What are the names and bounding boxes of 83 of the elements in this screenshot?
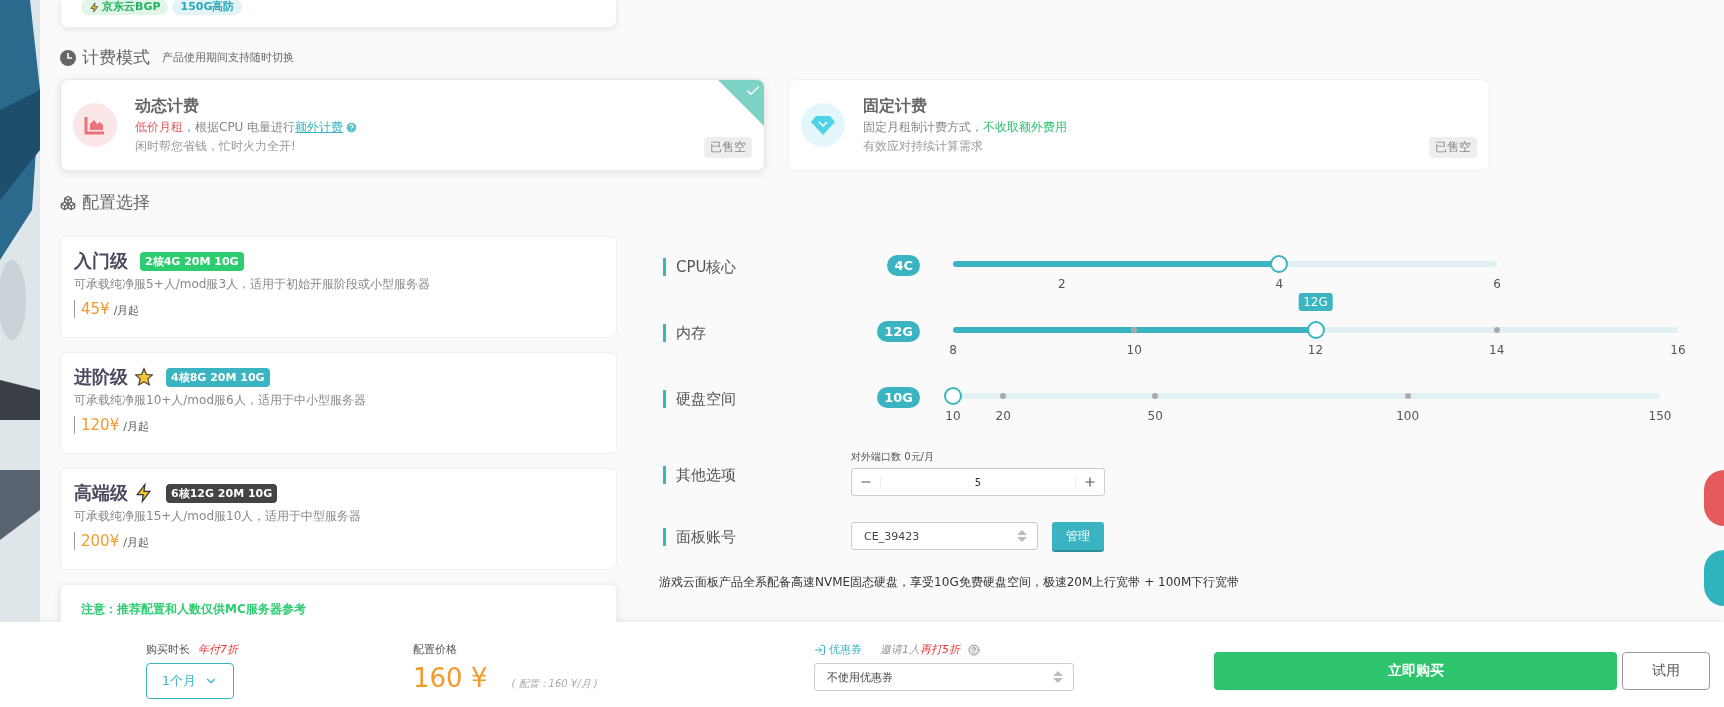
plan-description: 可承载纯净服15+人/mod服10人，适用于中型服务器 [74, 508, 363, 525]
plan-price: 120¥ [81, 416, 120, 434]
tick-label: 4 [1275, 277, 1284, 291]
billing-note: 有效应对持续计算需求 [863, 137, 984, 155]
plan-description: 可承载纯净服10+人/mod服6人，适用于中小型服务器 [74, 392, 367, 409]
login-icon [814, 643, 826, 656]
diamond-icon [811, 115, 835, 135]
billing-description: 固定月租制计费方式，不收取额外费用 [863, 118, 1067, 136]
coupon-select[interactable]: 不使用优惠券 [814, 663, 1074, 691]
section-title: 计费模式 [82, 46, 150, 69]
clock-icon [60, 49, 76, 66]
tick-label: 50 [1147, 409, 1163, 423]
sort-arrows-icon [1053, 671, 1063, 683]
spec-tag: 4核8G 20M 10G [166, 367, 270, 387]
price-label: 配置价格 [413, 642, 457, 657]
duration-label: 购买时长 [146, 642, 190, 657]
tick-label: 12 [1307, 343, 1324, 357]
sort-arrows-icon [1017, 530, 1027, 542]
plan-name: 高端级 [74, 481, 128, 505]
price-unit: /月起 [123, 535, 149, 550]
option-label: CPU核心 [663, 258, 851, 276]
feature-tag: 150G高防 [172, 0, 243, 15]
billing-card[interactable]: 固定计费 固定月租制计费方式，不收取额外费用 有效应对持续计算需求 已售空 [788, 79, 1490, 171]
value-tooltip: 12G [1298, 293, 1333, 311]
price-unit: /月起 [113, 303, 140, 318]
plan-name: 入门级 [74, 249, 128, 273]
billing-title: 动态计费 [135, 95, 200, 117]
section-title: 配置选择 [82, 191, 150, 214]
plan-name: 进阶级 [74, 365, 128, 389]
tick-label: 100 [1396, 409, 1420, 423]
total-price: 160 ¥ [413, 663, 488, 693]
plan-price: 45¥ [81, 300, 110, 318]
tick-label: 20 [995, 409, 1011, 423]
slider-thumb[interactable] [944, 387, 962, 405]
tick-label: 10 [945, 409, 961, 423]
sold-out-tag: 已售空 [1429, 137, 1477, 158]
cubes-icon [60, 194, 76, 211]
promo-text: 年付7折 [198, 642, 238, 657]
plus-icon[interactable] [1083, 475, 1097, 489]
slider-thumb[interactable] [1270, 255, 1289, 273]
value-badge: 10G [877, 387, 920, 408]
trial-button[interactable]: 试用 [1622, 652, 1710, 690]
footnote: 游戏云面板产品全系配备高速NVME固态硬盘，享受10G免费硬盘空间，极速20M上行宽带 + 100M下行宽带 [659, 574, 1241, 591]
value-badge: 12G [877, 321, 920, 342]
lightning-icon [134, 483, 154, 503]
sold-out-tag: 已售空 [704, 137, 752, 158]
spec-tag: 2核4G 20M 10G [140, 251, 244, 271]
billing-title: 固定计费 [863, 95, 928, 117]
tick-label: 16 [1670, 343, 1686, 357]
billing-description: 低价月租，根据CPU 电量进行额外计费 [135, 118, 344, 136]
floating-button[interactable] [1704, 550, 1724, 606]
feature-tag: 京东云BGP [81, 0, 169, 15]
number-stepper[interactable]: 5 [851, 468, 1105, 496]
option-label: 内存 [663, 324, 851, 342]
spec-tag: 6核12G 20M 10G [166, 483, 278, 503]
plan-card[interactable]: 进阶级 4核8G 20M 10G 可承载纯净服10+人/mod服6人，适用于中小型服务器 120¥ /月起 [60, 352, 617, 454]
port-caption: 对外端口数 0元/月 [851, 450, 935, 464]
billing-note: 闲时帮您省钱，忙时火力全开! [135, 137, 297, 155]
invite-promo: 邀请1人再打5折 [880, 642, 960, 657]
plan-price: 200¥ [81, 532, 120, 550]
tick-label: 14 [1489, 343, 1505, 357]
tick-label: 8 [949, 343, 957, 357]
tick-label: 10 [1126, 343, 1142, 357]
chart-icon [84, 115, 106, 135]
plan-card[interactable]: 入门级 2核4G 20M 10G 可承载纯净服5+人/mod服3人，适用于初始开服阶段或小型服务器 45¥ /月起 [60, 236, 617, 338]
option-label: 硬盘空间 [663, 390, 851, 408]
floating-button[interactable] [1704, 470, 1724, 526]
price-detail: ( 配置：160 ¥/月 ) [511, 677, 598, 691]
star-icon [134, 367, 154, 387]
help-icon[interactable] [968, 643, 980, 656]
section-subtitle: 产品使用期间支持随时切换 [162, 50, 294, 65]
tick-label: 6 [1493, 277, 1501, 291]
stepper-value: 5 [880, 476, 1076, 488]
lightning-icon [89, 1, 100, 13]
slider-thumb[interactable] [1306, 321, 1325, 339]
tick-label: 2 [1058, 277, 1066, 291]
price-unit: /月起 [123, 419, 149, 434]
plan-card[interactable]: 高端级 6核12G 20M 10G 可承载纯净服15+人/mod服10人，适用于中型服务器 200¥ /月起 [60, 468, 617, 570]
plan-description: 可承载纯净服5+人/mod服3人，适用于初始开服阶段或小型服务器 [74, 276, 431, 293]
tick-label: 150 [1648, 409, 1672, 423]
account-select[interactable]: CE_39423 [851, 522, 1038, 550]
note-text: 注意：推荐配置和人数仅供MC服务器参考 [81, 602, 306, 616]
value-badge: 4C [887, 255, 920, 276]
